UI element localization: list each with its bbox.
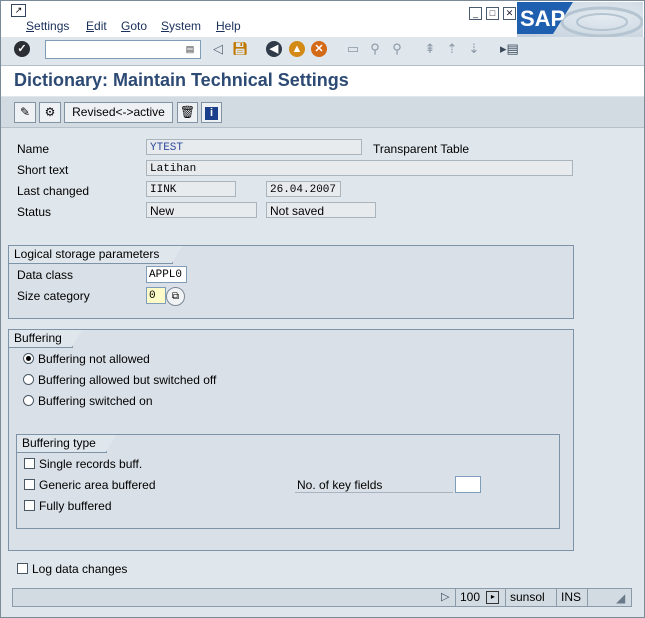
find-icon[interactable]: ⚲ [367, 41, 383, 57]
name-label: Name [17, 142, 50, 156]
last-changed-label: Last changed [17, 184, 90, 198]
back-arrow-icon[interactable]: ◁ [210, 41, 226, 57]
change-display-button[interactable]: ✎ [14, 102, 36, 123]
radio-buffering-switched-off[interactable] [23, 374, 34, 385]
window-menu-icon[interactable]: ↗ [11, 4, 26, 17]
server-field: sunsol [505, 588, 556, 607]
minimize-button[interactable]: _ [469, 7, 482, 20]
generic-area-label: Generic area buffered [39, 478, 156, 492]
checkbox-generic-area[interactable] [24, 479, 35, 490]
buffering-not-allowed-label: Buffering not allowed [38, 352, 150, 366]
fully-buffered-label: Fully buffered [39, 499, 112, 513]
insert-mode-field: INS [556, 588, 587, 607]
status-expand-icon[interactable]: ▷ [441, 590, 449, 603]
back-icon[interactable]: ◀ [266, 41, 282, 57]
menu-goto[interactable]: Goto [121, 19, 147, 33]
buffering-group-title: Buffering [9, 330, 82, 348]
find-next-icon[interactable]: ⚲ [389, 41, 405, 57]
command-field[interactable] [45, 40, 201, 59]
layout-icon[interactable]: ▸▤ [500, 41, 519, 57]
short-text-label: Short text [17, 163, 69, 177]
info-icon: i [205, 107, 218, 120]
pencil-glasses-icon: ✎ [19, 105, 31, 119]
menu-help[interactable]: Help [216, 19, 241, 33]
single-records-label: Single records buff. [39, 457, 143, 471]
menu-settings[interactable]: Settings [26, 19, 69, 33]
next-page-icon[interactable]: ⇣ [466, 41, 482, 57]
status-label: Status [17, 205, 52, 219]
activate-button[interactable]: ⚙ [39, 102, 61, 123]
checkbox-fully-buffered[interactable] [24, 500, 35, 511]
radio-buffering-not-allowed[interactable] [23, 353, 34, 364]
client-field: 100 ▸ [455, 588, 505, 607]
enter-icon[interactable]: ✓ [14, 41, 30, 57]
activate-icon: ⚙ [44, 105, 56, 119]
system-info-icon[interactable]: ▸ [486, 591, 500, 605]
key-fields-label: No. of key fields [297, 478, 383, 492]
delete-button[interactable]: 🗑︎ [177, 102, 198, 123]
data-class-label: Data class [17, 268, 74, 282]
close-button[interactable]: ✕ [503, 7, 516, 20]
status-empty-field [587, 588, 611, 607]
name-field: YTEST [146, 139, 362, 155]
save-status-field: Not saved [266, 202, 376, 218]
checkbox-single-records[interactable] [24, 458, 35, 469]
radio-buffering-switched-on[interactable] [23, 395, 34, 406]
cancel-icon[interactable]: ✕ [311, 41, 327, 57]
key-fields-input[interactable] [455, 476, 481, 493]
resize-grip-icon[interactable]: ◢ [616, 591, 625, 605]
logical-storage-group-title: Logical storage parameters [9, 246, 182, 264]
revised-active-button[interactable]: Revised<->active [64, 102, 173, 123]
radio-selected-dot [26, 356, 31, 361]
checkbox-log-data-changes[interactable] [17, 563, 28, 574]
status-field: New [146, 202, 257, 218]
value-help-icon[interactable]: ⧉ [166, 287, 185, 306]
trash-icon: 🗑︎ [179, 105, 196, 119]
short-text-field[interactable]: Latihan [146, 160, 573, 176]
size-category-label: Size category [17, 289, 90, 303]
maximize-button[interactable]: □ [486, 7, 499, 20]
size-category-input[interactable]: 0 [146, 287, 166, 304]
print-icon[interactable]: ▭ [345, 41, 361, 57]
save-icon[interactable]: 💾︎ [232, 41, 249, 57]
key-fields-underline [295, 492, 453, 493]
data-class-input[interactable]: APPL0 [146, 266, 187, 283]
command-history-icon[interactable]: ▤ [182, 41, 198, 57]
exit-icon[interactable]: ▲ [289, 41, 305, 57]
first-page-icon[interactable]: ⇞ [422, 41, 438, 57]
last-changed-date-field: 26.04.2007 [266, 181, 341, 197]
prev-page-icon[interactable]: ⇡ [444, 41, 460, 57]
buffering-switched-on-label: Buffering switched on [38, 394, 153, 408]
buffering-switched-off-label: Buffering allowed but switched off [38, 373, 217, 387]
page-title: Dictionary: Maintain Technical Settings [14, 70, 349, 90]
table-type-text: Transparent Table [373, 142, 470, 156]
info-button[interactable]: i [201, 102, 222, 123]
svg-text:SAP: SAP [520, 6, 565, 31]
buffering-type-group-title: Buffering type [17, 435, 116, 453]
menu-system[interactable]: System [161, 19, 201, 33]
menu-edit[interactable]: Edit [86, 19, 107, 33]
last-changed-user-field: IINK [146, 181, 236, 197]
sap-logo: SAP [517, 2, 644, 38]
log-data-changes-label: Log data changes [32, 562, 128, 576]
